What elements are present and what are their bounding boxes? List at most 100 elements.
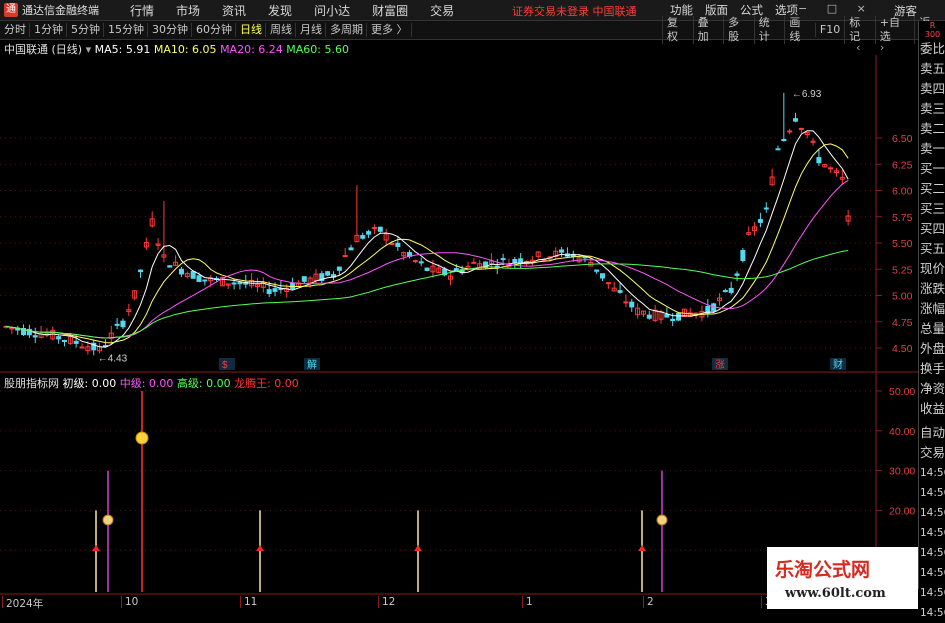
date-label: 11 <box>244 596 258 608</box>
candle-body <box>237 282 243 285</box>
indicator-gao: 高级: 0.00 <box>176 377 231 390</box>
trade-time: 14:56 <box>920 527 945 539</box>
sidebar-item[interactable]: 换手 <box>919 359 945 379</box>
trade-time: 14:56 <box>920 547 945 559</box>
candle-body <box>325 271 331 276</box>
sidebar-item[interactable]: 卖四 <box>919 79 945 99</box>
candle-body <box>757 219 763 223</box>
candle-body <box>722 290 728 293</box>
date-tick <box>2 596 3 608</box>
date-tick <box>643 596 644 608</box>
high-annotation: ←6.93 <box>792 89 822 100</box>
price-tick-label: 5.75 <box>892 212 913 224</box>
candle-body <box>775 148 781 151</box>
candle-body <box>734 273 740 276</box>
candle-body <box>56 336 62 340</box>
candle-body <box>728 287 734 293</box>
quote-sidebar: R 300 委比 卖五 卖四 卖三 卖二 卖一 买一 买二 买三 买四 买五 现价 涨跌 涨幅 总量 外盘 换手净… <box>918 21 945 619</box>
candle-body <box>664 314 670 318</box>
candle-body <box>418 261 424 264</box>
sidebar-item[interactable]: 卖三 <box>919 99 945 119</box>
candle-body <box>816 157 822 164</box>
candle-body <box>79 346 85 349</box>
candle-body <box>348 247 354 251</box>
sidebar-item[interactable]: 卖二 <box>919 119 945 139</box>
sidebar-item[interactable]: 卖一 <box>919 139 945 159</box>
candle-body <box>377 226 383 232</box>
date-label: 1 <box>526 596 533 608</box>
price-tick-label: 5.00 <box>892 291 913 303</box>
date-tick <box>522 596 523 608</box>
sidebar-item[interactable]: 买三 <box>919 199 945 219</box>
candle-body <box>798 127 804 130</box>
sidebar-item[interactable]: 卖五 <box>919 59 945 79</box>
sidebar-item[interactable]: 委比 <box>919 39 945 59</box>
candle-body <box>512 258 518 263</box>
candle-body <box>471 261 477 264</box>
trade-time: 14:56 <box>920 507 945 519</box>
candle-body <box>781 138 787 142</box>
sidebar-item[interactable]: 净资 <box>919 379 945 399</box>
candle-body <box>360 235 366 239</box>
sidebar-item[interactable]: 买五 <box>919 239 945 259</box>
sidebar-item[interactable]: 收益 <box>919 399 945 419</box>
candle-body <box>9 327 15 330</box>
indicator-long: 龙腾王: 0.00 <box>234 377 299 390</box>
indicator-tick-label: 20.00 <box>889 505 915 517</box>
candle-body <box>412 260 418 263</box>
watermark: 乐淘公式网 www.60lt.com <box>767 547 918 609</box>
kline-chart[interactable]: ←6.93 ←4.43 6.50 6.25 6.00 5.75 5.50 5.25 5.00 4… <box>0 0 918 609</box>
watermark-title: 乐淘公式网 <box>775 559 871 581</box>
candle-body <box>389 242 395 245</box>
candle-body <box>190 270 196 279</box>
sidebar-item[interactable]: 涨幅 <box>919 299 945 319</box>
sidebar-item[interactable]: 交易 <box>919 443 945 463</box>
sidebar-item[interactable]: 买一 <box>919 159 945 179</box>
indicator-tick-label: 50.00 <box>889 386 915 398</box>
date-tick <box>378 596 379 608</box>
event-label: 财 <box>833 358 843 371</box>
candle-body <box>61 339 67 342</box>
candle-body <box>178 268 184 275</box>
ma20-line <box>5 179 849 339</box>
sidebar-item[interactable]: 现价 <box>919 259 945 279</box>
candle-body <box>272 288 278 292</box>
candle-body <box>670 318 676 322</box>
candle-body <box>629 301 635 308</box>
sidebar-item[interactable]: 买四 <box>919 219 945 239</box>
buy-arrow-icon <box>256 545 264 551</box>
candle-body <box>793 118 799 122</box>
date-tick <box>761 596 762 608</box>
date-label: 10 <box>125 596 139 608</box>
trade-time: 14:56 <box>920 607 945 619</box>
sidebar-item[interactable]: 涨跌 <box>919 279 945 299</box>
date-tick <box>240 596 241 608</box>
sidebar-item[interactable]: 自动 <box>919 423 945 443</box>
candle-body <box>559 249 565 253</box>
candle-body <box>828 167 834 170</box>
candle-body <box>600 273 606 279</box>
indicator-name[interactable]: 股朋指标网 <box>4 377 59 390</box>
indicator-tick-label: 40.00 <box>889 426 915 438</box>
candle-body <box>301 276 307 282</box>
sidebar-item[interactable]: 外盘 <box>919 339 945 359</box>
low-annotation: ←4.43 <box>98 353 128 364</box>
money-bag-icon <box>102 514 114 526</box>
zoom-tag[interactable]: R 300 <box>919 21 945 39</box>
price-tick-label: 6.00 <box>892 186 913 198</box>
date-tick <box>121 596 122 608</box>
trade-time: 14:56 <box>920 587 945 599</box>
smile-icon <box>135 431 149 445</box>
sidebar-item[interactable]: 买二 <box>919 179 945 199</box>
price-tick-label: 5.25 <box>892 264 913 276</box>
candle-body <box>167 265 173 268</box>
candle-body <box>424 267 430 271</box>
candle-body <box>594 269 600 272</box>
buy-arrow-icon <box>92 545 100 551</box>
candle-body <box>366 231 372 235</box>
sidebar-item[interactable]: 总量 <box>919 319 945 339</box>
price-tick-label: 4.75 <box>892 317 913 329</box>
candle-body <box>787 130 793 133</box>
date-label: 12 <box>382 596 396 608</box>
candle-body <box>138 269 144 273</box>
